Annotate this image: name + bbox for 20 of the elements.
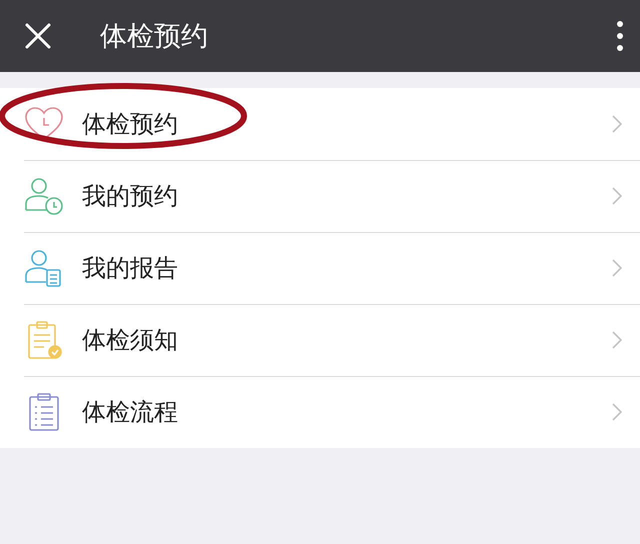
menu-item-label: 我的预约 xyxy=(82,181,179,212)
menu-item[interactable]: 体检预约 xyxy=(0,88,640,160)
menu-item-label: 体检预约 xyxy=(82,109,179,140)
menu-item-label: 我的报告 xyxy=(82,253,179,284)
menu-item-label: 体检须知 xyxy=(82,325,179,356)
menu-item[interactable]: 我的报告 xyxy=(0,232,640,304)
menu-item-label: 体检流程 xyxy=(82,397,179,428)
person-document-icon xyxy=(24,248,64,288)
close-icon[interactable] xyxy=(24,22,52,50)
chevron-icon xyxy=(612,403,622,421)
chevron-icon xyxy=(612,115,622,133)
more-menu-icon[interactable] xyxy=(616,20,624,52)
chevron-icon xyxy=(612,187,622,205)
menu-item[interactable]: 我的预约 xyxy=(0,160,640,232)
menu-item[interactable]: 体检须知 xyxy=(0,304,640,376)
page-title: 体检预约 xyxy=(100,20,209,54)
chevron-icon xyxy=(612,331,622,349)
person-clock-icon xyxy=(24,176,64,216)
chevron-icon xyxy=(612,259,622,277)
menu-item[interactable]: 体检流程 xyxy=(0,376,640,448)
